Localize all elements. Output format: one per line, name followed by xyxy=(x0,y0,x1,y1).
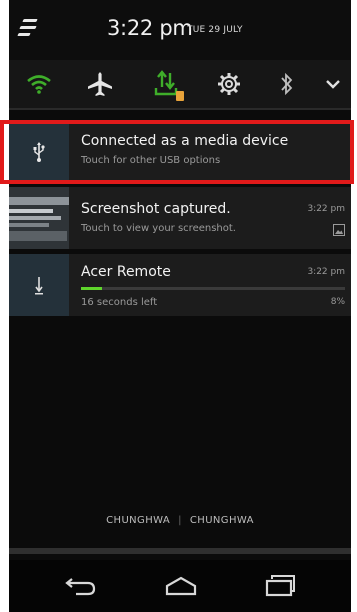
notification-shade: 3:22 pm TUE 29 JULY Connected as a media… xyxy=(0,0,354,612)
screenshot-thumbnail xyxy=(9,187,69,249)
airplane-mode-icon[interactable] xyxy=(76,60,124,108)
navigation-bar xyxy=(9,560,351,612)
carrier-name: CHUNGHWA xyxy=(106,515,171,526)
screenshot-notification[interactable]: Screenshot captured. Touch to view your … xyxy=(9,187,351,249)
notification-time: 3:22 pm xyxy=(307,204,345,214)
notification-subtitle: Touch to view your screenshot. xyxy=(81,223,236,234)
date-label: TUE 29 JULY xyxy=(187,25,243,35)
progress-bar xyxy=(81,287,345,290)
carrier-name: CHUNGHWA xyxy=(189,515,254,526)
carrier-label: CHUNGHWA | CHUNGHWA xyxy=(106,515,254,526)
progress-fill xyxy=(81,287,103,290)
quick-settings-row xyxy=(9,60,351,108)
notification-time: 3:22 pm xyxy=(307,267,345,277)
settings-shortcut-icon[interactable] xyxy=(17,18,39,38)
bluetooth-icon[interactable] xyxy=(263,60,311,108)
expand-chevron-icon[interactable] xyxy=(315,60,351,108)
back-icon[interactable] xyxy=(57,570,101,602)
recents-icon[interactable] xyxy=(259,570,303,602)
progress-percent: 8% xyxy=(330,297,345,307)
notification-title: Screenshot captured. xyxy=(81,201,231,217)
wifi-icon[interactable] xyxy=(15,60,63,108)
highlight-box xyxy=(0,120,354,184)
time-remaining: 16 seconds left xyxy=(81,297,158,308)
download-notification[interactable]: Acer Remote 3:22 pm 16 seconds left 8% xyxy=(9,254,351,316)
settings-gear-icon[interactable] xyxy=(205,60,253,108)
divider xyxy=(9,108,351,110)
notification-title: Acer Remote xyxy=(81,264,171,280)
image-icon xyxy=(333,221,345,240)
usb-transfer-icon[interactable] xyxy=(144,60,192,108)
drag-handle[interactable] xyxy=(9,548,351,554)
clock: 3:22 pm xyxy=(107,16,193,40)
home-icon[interactable] xyxy=(159,570,203,602)
shade-header: 3:22 pm TUE 29 JULY xyxy=(9,0,351,60)
download-icon xyxy=(9,254,69,316)
